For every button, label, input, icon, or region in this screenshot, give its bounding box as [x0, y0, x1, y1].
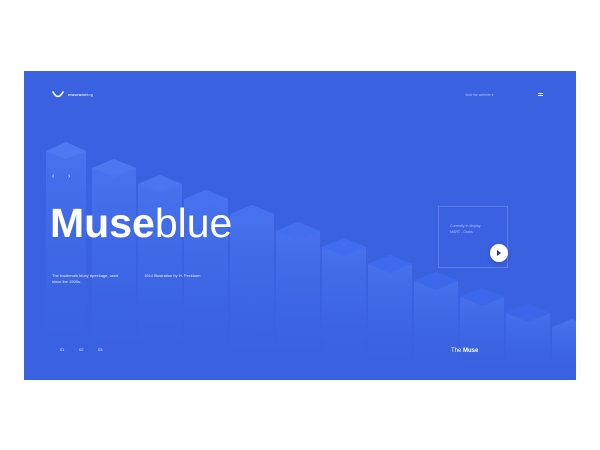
chevron-left-icon[interactable]: ‹ [52, 173, 54, 180]
prism-12 [552, 319, 576, 380]
hero-description-line2: since the 1900s. [52, 279, 82, 284]
chevron-right-icon[interactable]: › [68, 173, 70, 180]
card-title: The Muse [451, 348, 479, 354]
hero-title-light: blue [154, 200, 233, 246]
hero-description-left: The trademark bluey dpeekage, used since… [52, 273, 118, 285]
brand-name-bold: museum [68, 92, 86, 97]
prism-10 [460, 288, 504, 380]
prism-11 [506, 304, 550, 380]
prism-7 [322, 238, 366, 380]
hero-title-bold: Muse [50, 200, 155, 246]
pager-item-3[interactable]: 03 [98, 347, 102, 352]
card-subtitle-2: MART - Gratis [450, 230, 473, 234]
brand-name-light: blog [85, 92, 94, 97]
logo-icon[interactable] [52, 91, 64, 99]
prism-8 [368, 255, 412, 380]
card-subtitle-1: Currently in display [450, 224, 481, 228]
image-icon[interactable]: ▪ [492, 93, 496, 97]
pager-item-2[interactable]: 02 [79, 347, 83, 352]
pager-item-1[interactable]: 01 [60, 347, 64, 352]
play-button[interactable] [490, 244, 508, 262]
prism-6 [276, 222, 320, 380]
prism-5 [230, 205, 274, 380]
prism-9 [414, 272, 458, 380]
top-bar: museumblog Visit the website ▪ [24, 71, 576, 119]
hamburger-icon[interactable] [538, 93, 543, 97]
hero-description-right: 1914 Illustration by H. Peckham [144, 273, 201, 278]
hero-title: Museblue [50, 199, 232, 247]
visit-website-link[interactable]: Visit the website [465, 93, 491, 97]
hero-frame: museumblog Visit the website ▪ ‹ › Museb… [24, 71, 576, 380]
brand-name[interactable]: museumblog [68, 92, 93, 97]
